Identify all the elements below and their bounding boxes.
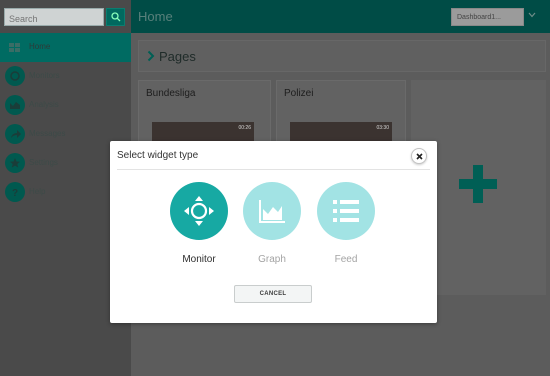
share-icon [5, 124, 25, 144]
plus-icon [459, 165, 497, 203]
question-icon: ? [5, 182, 25, 202]
widget-option-label: Feed [334, 254, 358, 265]
page-title: Home [138, 9, 173, 24]
chevron-down-icon[interactable] [528, 12, 536, 18]
page-card-title: Bundesliga [146, 88, 196, 99]
crosshair-icon[interactable] [170, 182, 228, 240]
sidebar-item-label: Home [29, 42, 51, 51]
sidebar-item-home[interactable]: Home [0, 33, 131, 62]
sidebar-item-label: Analysis [29, 100, 59, 109]
search-button[interactable] [106, 8, 125, 26]
sidebar-item-monitors[interactable]: Monitors [0, 62, 131, 91]
sidebar-item-label: Monitors [29, 71, 60, 80]
sidebar-item-label: Messages [29, 129, 66, 138]
select-widget-dialog: Select widget type Monitor Graph Feed CA… [110, 141, 437, 323]
dashboard-select[interactable]: Dashboard1... [451, 8, 524, 26]
sidebar-item-label: Settings [29, 158, 58, 167]
home-icon [5, 37, 25, 57]
widget-option-label: Monitor [182, 254, 216, 265]
video-duration: 03:30 [376, 125, 389, 131]
search-icon [111, 12, 121, 22]
page-card-title: Polizei [284, 88, 314, 99]
widget-option-label: Graph [258, 254, 286, 265]
crosshair-icon [5, 66, 25, 86]
svg-text:?: ? [12, 188, 18, 199]
chevron-right-icon[interactable] [147, 50, 155, 62]
video-duration: 00:26 [238, 125, 251, 131]
divider [117, 169, 430, 170]
top-bar: Home Dashboard1... [131, 0, 550, 33]
close-icon [416, 153, 423, 160]
sidebar-item-analysis[interactable]: Analysis [0, 91, 131, 120]
dialog-title: Select widget type [117, 150, 199, 161]
sidebar-item-label: Help [29, 187, 46, 196]
list-icon[interactable] [317, 182, 375, 240]
area-chart-icon[interactable] [243, 182, 301, 240]
pages-title: Pages [159, 49, 196, 64]
pages-section-header: Pages [138, 40, 546, 72]
cancel-button[interactable]: CANCEL [234, 285, 312, 303]
star-icon [5, 153, 25, 173]
search-field[interactable] [4, 8, 104, 27]
close-button[interactable] [411, 148, 427, 164]
chart-icon [5, 95, 25, 115]
search-input[interactable] [5, 11, 103, 27]
